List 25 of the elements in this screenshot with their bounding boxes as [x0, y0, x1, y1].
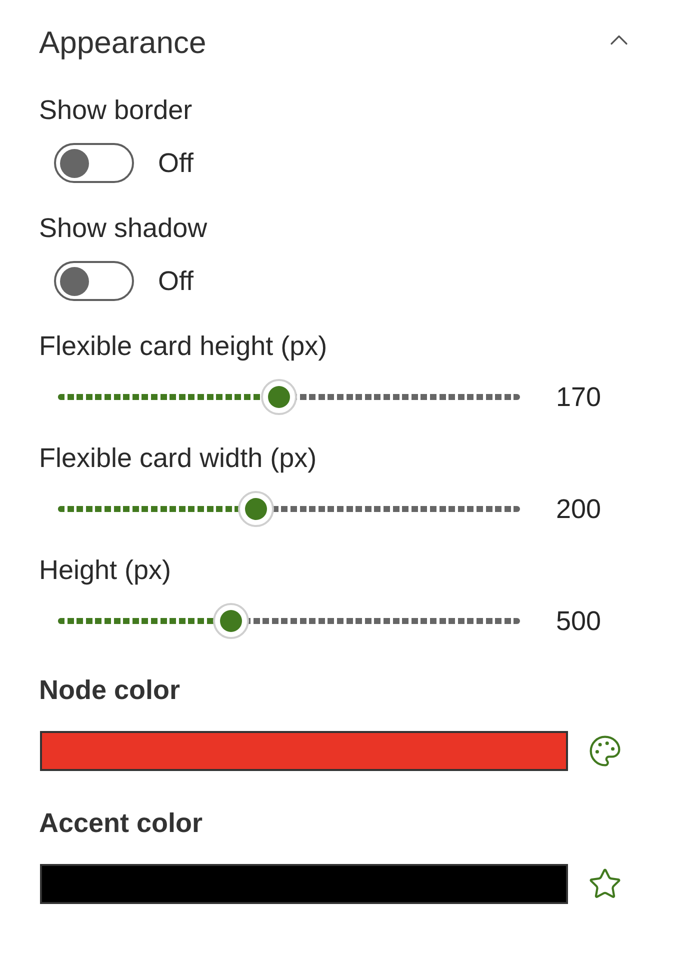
toggle-state-label: Off — [158, 147, 194, 180]
slider-thumb[interactable] — [238, 491, 274, 527]
slider-track[interactable] — [58, 379, 520, 415]
toggle-switch[interactable] — [54, 143, 134, 183]
slider-value: 170 — [556, 381, 602, 414]
setting-label: Show shadow — [39, 212, 208, 245]
toggle-switch[interactable] — [54, 261, 134, 301]
slider-thumb[interactable] — [212, 603, 249, 639]
setting-label: Accent color — [39, 807, 203, 840]
setting-label: Show border — [39, 94, 192, 127]
palette-icon[interactable] — [588, 734, 622, 768]
slider-value: 200 — [556, 493, 602, 526]
setting-label: Height (px) — [39, 554, 172, 587]
color-field[interactable] — [40, 731, 568, 771]
slider-track[interactable] — [58, 491, 520, 527]
section-title: Appearance — [39, 25, 206, 61]
star-icon[interactable] — [588, 867, 622, 901]
color-field[interactable] — [40, 864, 568, 904]
slider-track[interactable] — [58, 603, 520, 639]
toggle-state-label: Off — [158, 265, 194, 298]
setting-label: Flexible card width (px) — [39, 442, 317, 475]
slider-thumb[interactable] — [260, 379, 297, 415]
setting-label: Flexible card height (px) — [39, 330, 328, 363]
setting-label: Node color — [39, 674, 180, 707]
slider-value: 500 — [556, 605, 602, 638]
